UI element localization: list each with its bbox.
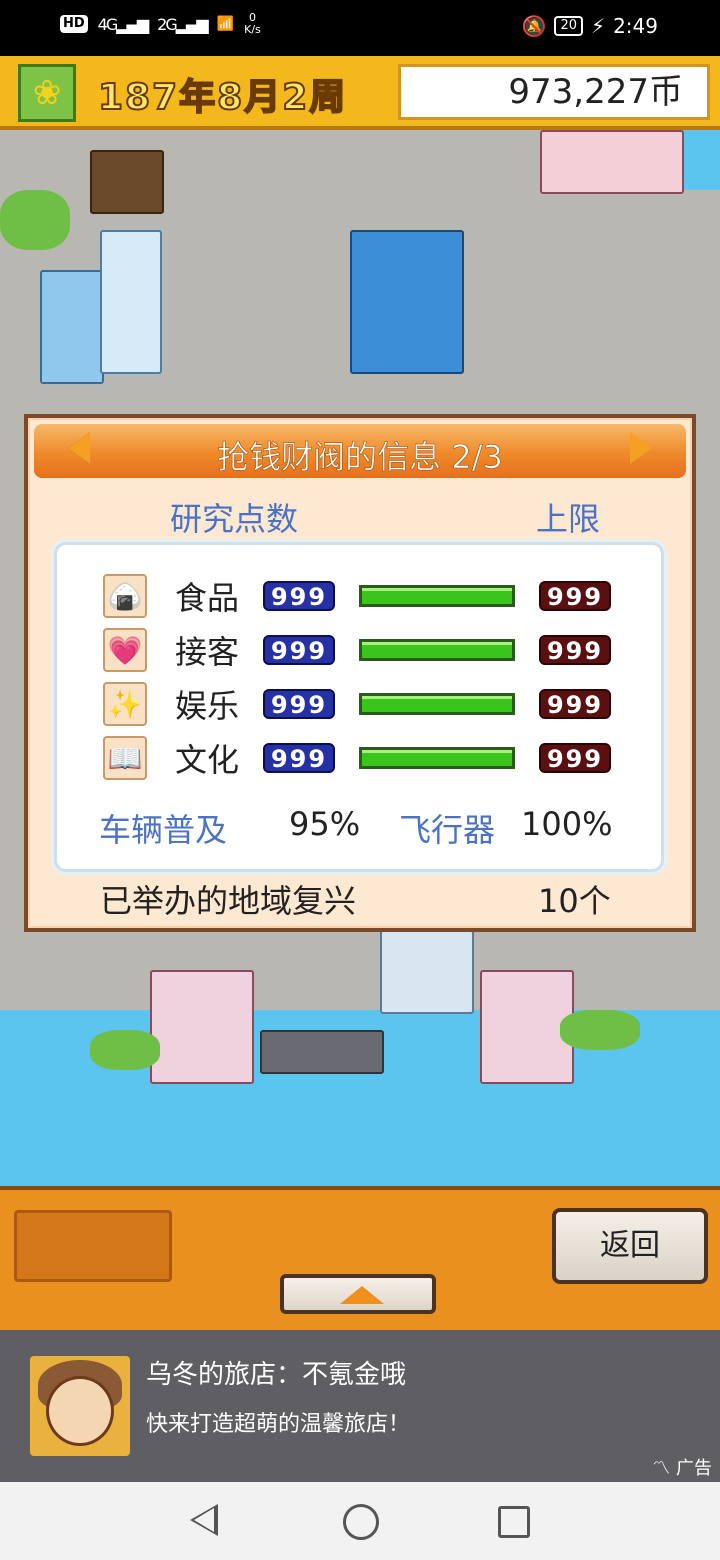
research-points-header: 研究点数 [170, 500, 299, 538]
stat-row-culture: 📖 文化 999 999 [103, 733, 611, 783]
stat-bar [359, 639, 515, 661]
expand-menu-button[interactable] [280, 1274, 436, 1314]
building [100, 230, 162, 374]
game-date: 187年8月2周 [97, 76, 348, 119]
limit-header: 上限 [536, 500, 601, 538]
back-button[interactable]: 返回 [552, 1208, 708, 1284]
ad-title[interactable]: 乌冬的旅店：不氪金哦 [146, 1354, 406, 1391]
bell-muted-icon: 🔕 [521, 14, 547, 38]
game-header: ❀ 187年8月2周 973,227币 [0, 56, 720, 130]
temple [90, 150, 164, 214]
stat-max: 999 [539, 581, 611, 611]
nav-back-icon[interactable] [190, 1504, 218, 1536]
building [40, 270, 104, 384]
stat-row-entertainment: ✨ 娱乐 999 999 [103, 679, 611, 729]
nav-recents-icon[interactable] [498, 1506, 530, 1538]
stat-name: 娱乐 [175, 687, 240, 725]
stat-max: 999 [539, 689, 611, 719]
stat-name: 接客 [175, 633, 240, 671]
aircraft-label: 飞行器 [399, 811, 496, 849]
garden [560, 1010, 640, 1050]
stats-panel: 🍙 食品 999 999 💗 接客 999 999 ✨ 娱乐 999 999 📖… [54, 542, 664, 872]
ad-thumbnail[interactable] [30, 1356, 130, 1456]
hd-icon: HD [60, 15, 88, 33]
game-control-bar: 返回 [0, 1186, 720, 1330]
garden [90, 1030, 160, 1070]
stat-value: 999 [263, 581, 335, 611]
vehicle-label: 车辆普及 [99, 811, 228, 849]
dialog-title-bar: 抢钱财阀的信息 2/3 [34, 424, 686, 478]
charging-icon: ⚡ [591, 14, 606, 38]
sunflower-icon[interactable]: ❀ [18, 64, 76, 122]
system-nav-bar [0, 1482, 720, 1560]
battery-indicator: 20 [554, 16, 584, 36]
stat-value: 999 [263, 689, 335, 719]
signal-2g-icon: 2G▂▄▆ [157, 14, 208, 34]
parking-lot [260, 1030, 384, 1074]
castle [540, 130, 684, 194]
stat-name: 文化 [175, 741, 240, 779]
stat-value: 999 [263, 635, 335, 665]
ad-logo-icon: 〽 [652, 1458, 671, 1479]
stat-bar [359, 585, 515, 607]
rice-ball-icon: 🍙 [103, 574, 147, 618]
book-icon: 📖 [103, 736, 147, 780]
nav-home-icon[interactable] [343, 1504, 379, 1540]
wifi-icon: 📶 [216, 16, 235, 32]
character-face [46, 1376, 114, 1446]
stat-bar [359, 693, 515, 715]
stat-max: 999 [539, 743, 611, 773]
revival-label: 已举办的地域复兴 [100, 882, 357, 920]
clock: 2:49 [613, 14, 658, 38]
sparkle-icon: ✨ [103, 682, 147, 726]
status-bar: HD 4G▂▄▆ 2G▂▄▆ 📶 0 K/s 🔕 20 ⚡ 2:49 [0, 0, 720, 56]
ad-label: 〽 广告 [652, 1458, 712, 1479]
heart-icon: 💗 [103, 628, 147, 672]
status-slot [14, 1210, 172, 1282]
next-page-arrow-icon[interactable] [630, 432, 652, 464]
trees [0, 190, 70, 250]
stat-row-service: 💗 接客 999 999 [103, 625, 611, 675]
zaibatsu-info-dialog: 抢钱财阀的信息 2/3 研究点数 上限 🍙 食品 999 999 💗 接客 99… [24, 414, 696, 932]
money-display: 973,227币 [398, 64, 710, 120]
signal-4g-icon: 4G▂▄▆ [97, 14, 149, 34]
stat-max: 999 [539, 635, 611, 665]
vehicle-value: 95% [289, 805, 361, 843]
office-tower [350, 230, 464, 374]
stat-value: 999 [263, 743, 335, 773]
stat-row-food: 🍙 食品 999 999 [103, 571, 611, 621]
stat-name: 食品 [175, 579, 240, 617]
dialog-title: 抢钱财阀的信息 2/3 [217, 438, 503, 477]
net-speed: 0 K/s [244, 11, 261, 36]
castle [150, 970, 254, 1084]
ad-banner[interactable]: 乌冬的旅店：不氪金哦 快来打造超萌的温馨旅店！ 〽 广告 [0, 1330, 720, 1482]
revival-value: 10个 [538, 882, 611, 920]
up-arrow-icon [340, 1286, 384, 1304]
stat-bar [359, 747, 515, 769]
building [380, 930, 474, 1014]
ad-subtitle[interactable]: 快来打造超萌的温馨旅店！ [146, 1406, 410, 1438]
aircraft-value: 100% [521, 805, 613, 843]
